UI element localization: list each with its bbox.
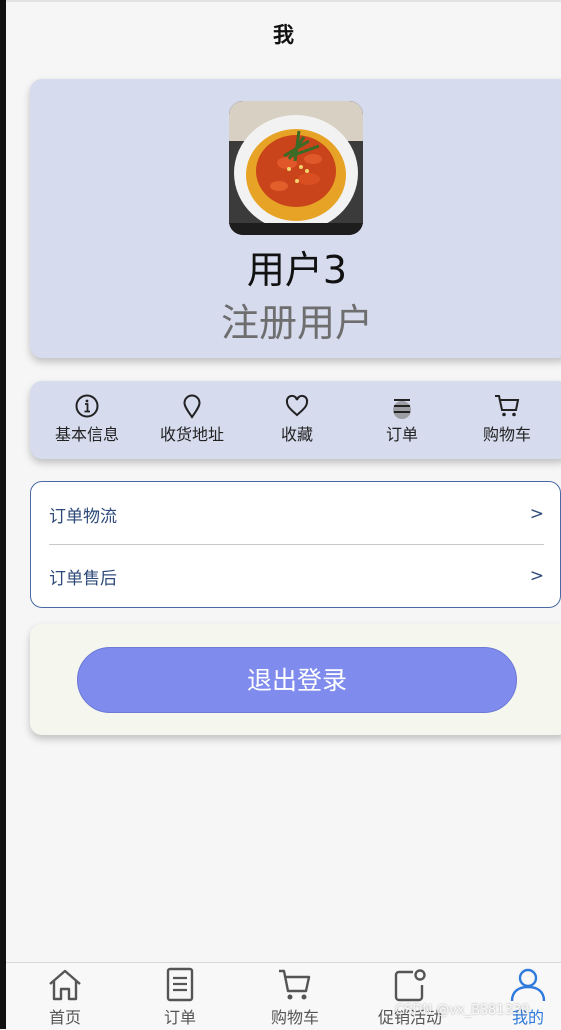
cart-icon: [279, 969, 311, 1000]
tab-label: 购物车: [270, 1008, 319, 1027]
user-role: 注册用户: [220, 301, 373, 345]
cart-icon: [495, 395, 520, 417]
user-icon: [510, 968, 546, 1002]
quick-item-label: 收货地址: [159, 425, 224, 444]
chevron-right-icon: >: [529, 504, 544, 524]
location-pin-icon: [183, 394, 201, 419]
username: 用户3: [246, 248, 348, 292]
watermark: CSDN @vx_BS81330: [395, 1003, 530, 1018]
quick-item-cart[interactable]: 购物车: [452, 393, 561, 445]
left-edge-strip: [0, 0, 6, 1029]
quick-item-label: 订单: [385, 425, 418, 444]
logout-card: 退出登录: [30, 624, 561, 735]
page-title: 我: [6, 0, 561, 66]
quick-item-label: 基本信息: [54, 425, 119, 444]
tab-label: 首页: [48, 1008, 81, 1027]
avatar[interactable]: [229, 101, 363, 235]
quick-item-label: 购物车: [482, 425, 531, 444]
quick-item-favorites[interactable]: 收藏: [242, 393, 352, 445]
chevron-right-icon: >: [529, 566, 544, 586]
tab-profile[interactable]: 我的: [478, 967, 561, 1028]
link-label: 订单物流: [49, 506, 117, 527]
tab-home[interactable]: 首页: [15, 967, 115, 1028]
order-after-sales-link[interactable]: 订单售后 >: [49, 561, 544, 591]
avatar-food-image: [229, 101, 363, 235]
tab-orders[interactable]: 订单: [130, 967, 230, 1028]
heart-icon: [285, 394, 309, 417]
home-icon: [49, 969, 81, 1001]
quick-item-orders[interactable]: 订单: [347, 393, 457, 445]
quick-item-label: 收藏: [280, 425, 313, 444]
bottom-tab-bar: 首页 订单 购物车 促销活动 我的: [6, 962, 561, 1030]
promotion-icon: [394, 969, 426, 1002]
order-links-card: 订单物流 > 订单售后 >: [30, 481, 561, 608]
quick-menu: 基本信息 收货地址 收藏 订单 购物车: [30, 381, 561, 459]
tab-label: 订单: [163, 1008, 196, 1027]
logout-button[interactable]: 退出登录: [77, 647, 517, 713]
quick-item-basic-info[interactable]: 基本信息: [32, 393, 142, 445]
list-icon: [393, 399, 411, 419]
tab-promotions[interactable]: 促销活动: [360, 967, 460, 1028]
info-icon: [75, 394, 99, 418]
document-icon: [166, 967, 194, 1002]
quick-item-address[interactable]: 收货地址: [137, 393, 247, 445]
profile-card: 用户3 注册用户: [30, 79, 561, 358]
order-logistics-link[interactable]: 订单物流 >: [49, 499, 544, 529]
tab-cart[interactable]: 购物车: [245, 967, 345, 1028]
link-label: 订单售后: [49, 568, 117, 589]
divider: [49, 544, 544, 545]
